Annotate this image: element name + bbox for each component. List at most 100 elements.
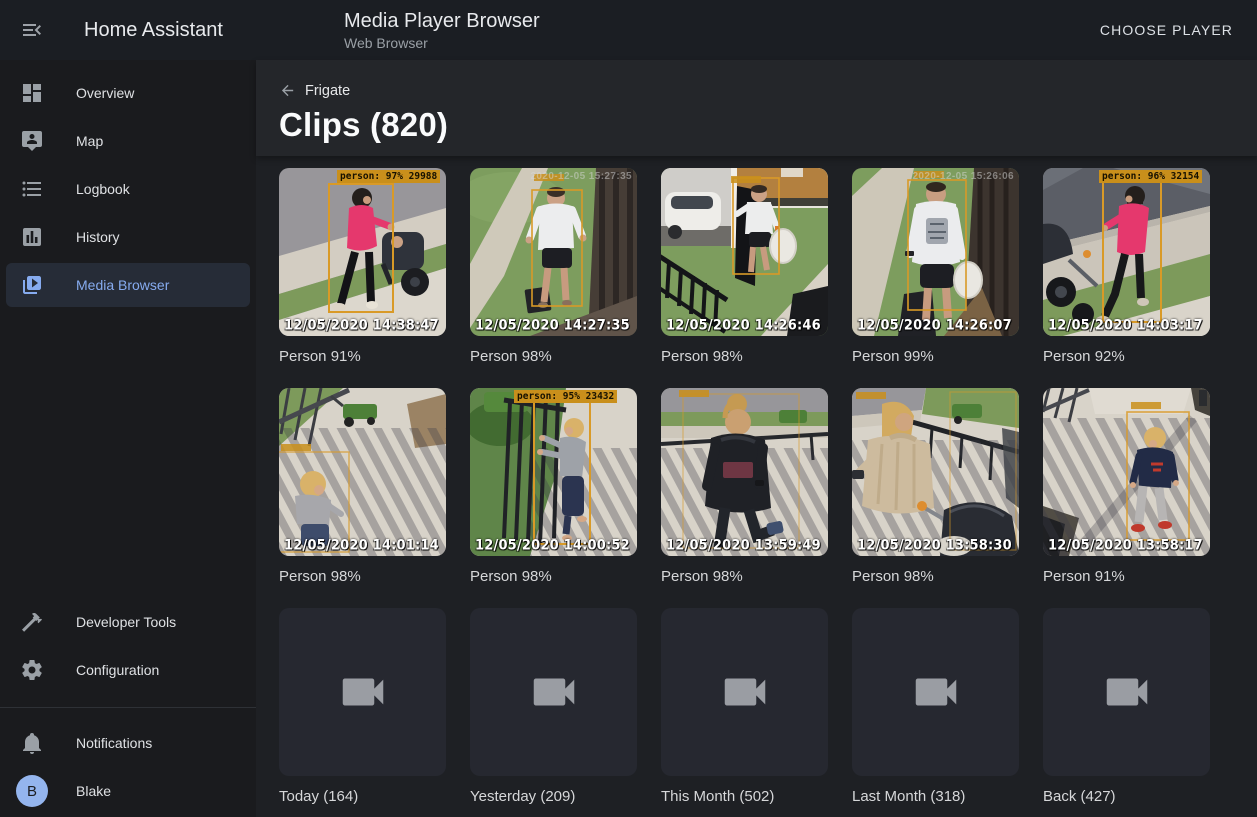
clip-thumbnail: 12/05/2020 13:59:49 [661,388,828,556]
gear-icon [20,658,44,682]
clip-thumbnail: 12/05/2020 13:58:17 [1043,388,1210,556]
clip-photo [661,388,828,556]
sidebar-item-label: Map [76,133,103,149]
clip-tile[interactable]: person: 96% 32154 12/05/2020 14:03:17 Pe… [1043,168,1210,366]
clip-tile[interactable]: 12/05/2020 13:58:30 Person 98% [852,388,1019,586]
sidebar-item-developer-tools[interactable]: Developer Tools [6,600,250,644]
folder-tile-last-month[interactable]: Last Month (318) [852,608,1019,806]
choose-player-button[interactable]: CHOOSE PLAYER [1092,14,1241,46]
clip-tile[interactable]: 12/05/2020 14:01:14 Person 98% [279,388,446,586]
folder-tile-this-month[interactable]: This Month (502) [661,608,828,806]
clip-tile[interactable]: 2020-12-05 15:26:06 12/05/2020 14:26:07 … [852,168,1019,366]
clip-photo [1043,388,1210,556]
clip-caption: Person 98% [470,568,637,586]
clip-tile[interactable]: person: 97% 29988 12/05/2020 14:38:47 Pe… [279,168,446,366]
folder-caption: Back (427) [1043,788,1210,806]
clip-tile[interactable]: person: 95% 23432 12/05/2020 14:00:52 Pe… [470,388,637,586]
clip-thumbnail: 12/05/2020 13:58:30 [852,388,1019,556]
clip-thumbnail: person: 95% 23432 12/05/2020 14:00:52 [470,388,637,556]
topbar-main-section: Media Player Browser Web Browser CHOOSE … [256,0,1257,60]
clip-timestamp-overlay: 12/05/2020 14:00:52 [475,537,630,554]
folder-caption: Today (164) [279,788,446,806]
video-camera-icon [909,665,963,719]
clip-photo [279,388,446,556]
sidebar-item-history[interactable]: History [6,215,250,259]
sidebar-item-user-profile[interactable]: B Blake [6,769,250,813]
top-app-bar: Home Assistant Media Player Browser Web … [0,0,1257,60]
sidebar-item-map[interactable]: Map [6,119,250,163]
clip-timestamp-overlay: 12/05/2020 14:27:35 [475,317,630,334]
clip-timestamp-overlay: 12/05/2020 14:38:47 [284,317,439,334]
sidebar-divider [0,707,256,708]
user-name: Blake [76,783,111,799]
sidebar-item-label: Media Browser [76,277,169,293]
sidebar-item-notifications[interactable]: Notifications [6,721,250,765]
clip-caption: Person 91% [1043,568,1210,586]
clip-photo [470,388,637,556]
detection-label-chip [731,176,761,183]
chart-box-icon [20,225,44,249]
video-camera-icon [336,665,390,719]
sidebar-item-overview[interactable]: Overview [6,71,250,115]
clip-timestamp-overlay: 12/05/2020 13:58:30 [857,537,1012,554]
panel-title: Media Player Browser [344,9,540,33]
video-camera-icon [527,665,581,719]
menu-open-icon[interactable] [20,18,44,42]
detection-label-chip [1131,402,1161,409]
breadcrumb[interactable]: Frigate [279,82,350,99]
app-title: Home Assistant [84,19,223,42]
clip-thumbnail: person: 96% 32154 12/05/2020 14:03:17 [1043,168,1210,336]
clip-tile[interactable]: 12/05/2020 14:26:46 Person 98% [661,168,828,366]
folder-thumbnail [1043,608,1210,776]
dashboard-icon [20,81,44,105]
sidebar-item-label: History [76,229,120,245]
folder-thumbnail [852,608,1019,776]
content-header: Frigate Clips (820) [256,60,1257,156]
clip-photo [1043,168,1210,336]
folder-caption: This Month (502) [661,788,828,806]
clip-tile[interactable]: 12/05/2020 13:58:17 Person 91% [1043,388,1210,586]
clip-timestamp-overlay: 12/05/2020 14:03:17 [1048,317,1203,334]
clip-caption: Person 98% [661,348,828,366]
sidebar-item-logbook[interactable]: Logbook [6,167,250,211]
play-box-multiple-icon [20,273,44,297]
clip-photo [852,168,1019,336]
detection-label-chip: person: 96% 32154 [1099,170,1202,183]
folder-tile-yesterday[interactable]: Yesterday (209) [470,608,637,806]
camera-osd-timestamp: 2020-12-05 15:27:35 [530,171,632,182]
sidebar-item-label: Overview [76,85,134,101]
clip-timestamp-overlay: 12/05/2020 14:01:14 [284,537,439,554]
clip-thumbnail: 2020-12-05 15:26:06 12/05/2020 14:26:07 [852,168,1019,336]
sidebar-item-media-browser[interactable]: Media Browser [6,263,250,307]
clip-caption: Person 98% [470,348,637,366]
sidebar-item-configuration[interactable]: Configuration [6,648,250,692]
hammer-icon [20,610,44,634]
clip-caption: Person 98% [661,568,828,586]
clip-tile[interactable]: 2020-12-05 15:27:35 12/05/2020 14:27:35 … [470,168,637,366]
detection-label-chip [856,392,886,399]
clip-timestamp-overlay: 12/05/2020 13:58:17 [1048,537,1203,554]
folder-tile-back[interactable]: Back (427) [1043,608,1210,806]
clip-caption: Person 91% [279,348,446,366]
clip-thumbnail: 12/05/2020 14:01:14 [279,388,446,556]
clip-caption: Person 98% [852,568,1019,586]
clip-timestamp-overlay: 12/05/2020 14:26:46 [666,317,821,334]
camera-osd-timestamp: 2020-12-05 15:26:06 [912,171,1014,182]
clip-thumbnail: 12/05/2020 14:26:46 [661,168,828,336]
sidebar-item-label: Logbook [76,181,130,197]
clip-caption: Person 99% [852,348,1019,366]
folder-thumbnail [279,608,446,776]
avatar: B [16,775,48,807]
clip-tile[interactable]: 12/05/2020 13:59:49 Person 98% [661,388,828,586]
video-camera-icon [718,665,772,719]
bell-icon [20,731,44,755]
app-shell: Overview Map Logbook History Media Brows… [0,60,1257,817]
folder-thumbnail [470,608,637,776]
sidebar-item-label: Developer Tools [76,614,176,630]
page-title: Clips (820) [279,106,1257,144]
clip-thumbnail: person: 97% 29988 12/05/2020 14:38:47 [279,168,446,336]
folder-tile-today[interactable]: Today (164) [279,608,446,806]
clip-photo [470,168,637,336]
folder-caption: Last Month (318) [852,788,1019,806]
clip-photo [852,388,1019,556]
